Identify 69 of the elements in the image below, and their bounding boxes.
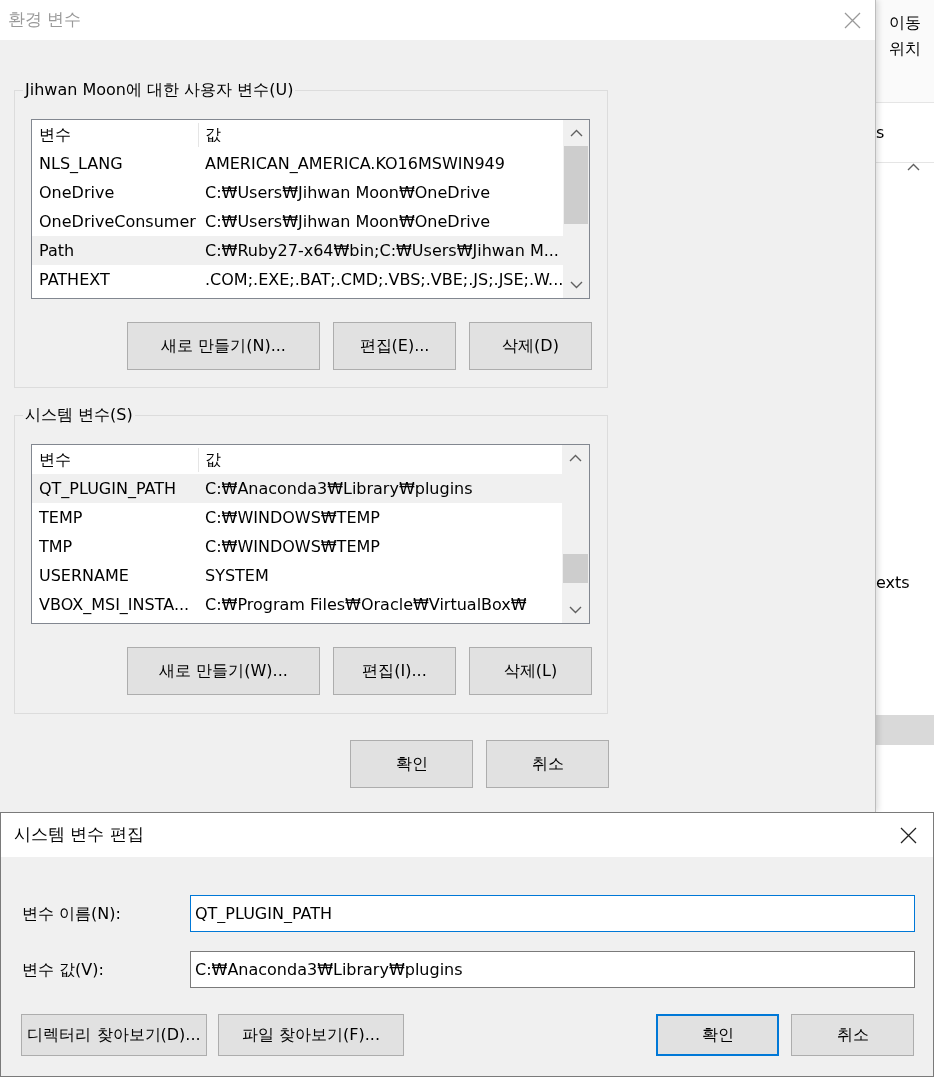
window-title: 시스템 변수 편집 (14, 823, 144, 847)
table-cell-text: USERNAME (38, 564, 130, 587)
dialog-button[interactable]: 확인 (350, 740, 473, 788)
column-header[interactable]: 값 (199, 447, 221, 472)
table-cell-text: C:₩Ruby27-x64₩bin;C:₩Users₩Jihwan M... (204, 239, 559, 262)
selection-bar (876, 715, 934, 745)
scroll-up-icon[interactable] (569, 454, 582, 462)
scroll-up-icon[interactable] (569, 129, 583, 137)
list-row[interactable]: USERNAME SYSTEM (32, 561, 562, 590)
list-row[interactable]: OneDriveConsumer C:₩Users₩Jihwan Moon₩OneDrive (32, 207, 564, 236)
list-row[interactable]: QT_PLUGIN_PATH C:₩Anaconda3₩Library₩plugins (32, 474, 562, 503)
table-cell-text: QT_PLUGIN_PATH (38, 477, 178, 500)
column-header[interactable]: 값 (199, 122, 221, 147)
text-field[interactable]: QT_PLUGIN_PATH (190, 895, 915, 932)
dialog-button[interactable]: 편집(I)... (333, 647, 456, 695)
window-title: 환경 변수 (8, 8, 82, 32)
table-cell-text: TEMP (38, 506, 84, 529)
dialog-button[interactable]: 확인 (656, 1014, 779, 1056)
column-header: s (876, 121, 885, 144)
table-cell-text: SYSTEM (204, 564, 269, 587)
table-cell-text: OneDrive (38, 181, 116, 204)
group-label: 시스템 변수(S) (23, 405, 135, 425)
scrollbar-thumb[interactable] (564, 146, 588, 224)
dialog-button[interactable]: 디렉터리 찾아보기(D)... (21, 1014, 207, 1056)
table-cell-text: NLS_LANG (38, 152, 124, 175)
table-cell-text: C:₩WINDOWS₩TEMP (204, 506, 380, 529)
table-cell-text: C:₩Users₩Jihwan Moon₩OneDrive (204, 210, 490, 233)
list-row[interactable]: NLS_LANG AMERICAN_AMERICA.KO16MSWIN949 (32, 149, 564, 178)
scroll-down-icon[interactable] (569, 281, 583, 289)
scrollbar[interactable] (563, 120, 589, 298)
column-header[interactable]: 변수 (32, 122, 199, 147)
dialog-button[interactable]: 파일 찾아보기(F)... (218, 1014, 404, 1056)
dialog-button[interactable]: 취소 (791, 1014, 914, 1056)
list-row[interactable]: Path C:₩Ruby27-x64₩bin;C:₩Users₩Jihwan M... (32, 236, 564, 265)
text-field[interactable]: C:₩Anaconda3₩Library₩plugins (190, 951, 915, 988)
dialog-button[interactable]: 삭제(D) (469, 322, 592, 370)
table-cell-text: Path (38, 239, 76, 262)
table-cell-text: .COM;.EXE;.BAT;.CMD;.VBS;.VBE;.JS;.JSE;.W... (204, 268, 564, 291)
list-row[interactable]: TEMP C:₩WINDOWS₩TEMP (32, 503, 562, 532)
dialog-button[interactable]: 취소 (486, 740, 609, 788)
list-item: exts (876, 573, 910, 592)
dialog-button[interactable]: 편집(E)... (333, 322, 456, 370)
table-cell-text: AMERICAN_AMERICA.KO16MSWIN949 (204, 152, 505, 175)
table-cell-text: C:₩Users₩Jihwan Moon₩OneDrive (204, 181, 490, 204)
column-header[interactable]: 변수 (32, 447, 199, 472)
group-label: Jihwan Moon에 대한 사용자 변수(U) (23, 80, 296, 100)
scrollbar-thumb[interactable] (563, 554, 588, 583)
dialog-button[interactable]: 새로 만들기(W)... (127, 647, 320, 695)
table-cell-text: C:₩Anaconda3₩Library₩plugins (204, 477, 473, 500)
list-row[interactable]: PATHEXT .COM;.EXE;.BAT;.CMD;.VBS;.VBE;.JS;.JSE;.W... (32, 265, 564, 294)
table-cell-text: TMP (38, 535, 74, 558)
list-row[interactable]: OneDrive C:₩Users₩Jihwan Moon₩OneDrive (32, 178, 564, 207)
table-cell-text: OneDriveConsumer (38, 210, 197, 233)
list-row[interactable]: TMP C:₩WINDOWS₩TEMP (32, 532, 562, 561)
field-label: 변수 이름(N): (22, 902, 122, 925)
table-cell-text: VBOX_MSI_INSTA... (38, 593, 191, 616)
field-label: 변수 값(V): (22, 958, 105, 981)
toolbar-label: 위치 (889, 38, 921, 60)
dialog-button[interactable]: 삭제(L) (469, 647, 592, 695)
table-cell-text: PATHEXT (38, 268, 111, 291)
close-icon[interactable] (900, 826, 917, 844)
scroll-down-icon[interactable] (569, 606, 582, 614)
dialog-button[interactable]: 새로 만들기(N)... (127, 322, 320, 370)
sort-up-icon[interactable] (907, 163, 920, 171)
list-row[interactable]: VBOX_MSI_INSTA... C:₩Program Files₩Oracle₩VirtualBox₩ (32, 590, 562, 619)
table-cell-text: C:₩WINDOWS₩TEMP (204, 535, 380, 558)
toolbar-label: 이동 (889, 12, 921, 34)
scrollbar[interactable] (562, 445, 589, 623)
table-cell-text: C:₩Program Files₩Oracle₩VirtualBox₩ (204, 593, 527, 616)
